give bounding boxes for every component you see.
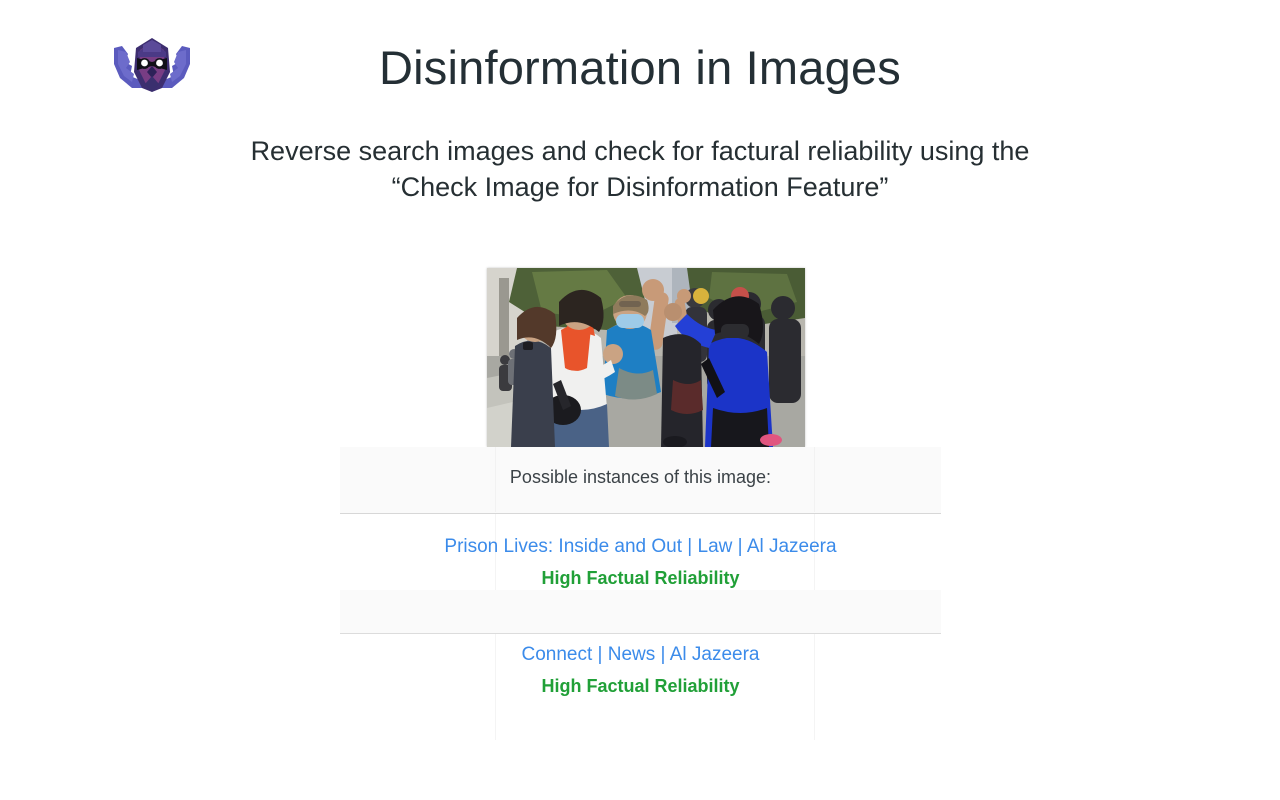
protest-crowd-photo <box>487 268 805 447</box>
result-link[interactable]: Connect | News | Al Jazeera <box>340 644 941 666</box>
status-badge: High Factual Reliability <box>541 568 740 588</box>
result-link[interactable]: Prison Lives: Inside and Out | Law | Al … <box>340 536 941 558</box>
owl-logo-icon <box>112 32 192 98</box>
instances-header-band: Possible instances of this image: <box>340 447 941 514</box>
page-title: Disinformation in Images <box>378 41 901 94</box>
status-badge: High Factual Reliability <box>541 676 740 696</box>
slide-subtitle: Reverse search images and check for fact… <box>90 134 1190 205</box>
slide-header: Disinformation in Images <box>0 0 1280 125</box>
photo-area <box>340 255 941 447</box>
subtitle-line-1: Reverse search images and check for fact… <box>250 136 1030 166</box>
table-row: Prison Lives: Inside and Out | Law | Al … <box>340 514 941 634</box>
instances-label: Possible instances of this image: <box>509 467 772 487</box>
subtitle-line-2: “Check Image for Disinformation Feature” <box>391 171 889 202</box>
table-row: Connect | News | Al Jazeera High Factual… <box>340 634 941 741</box>
disinformation-check-panel: Possible instances of this image: Prison… <box>340 255 941 741</box>
row-shaded-strip <box>340 590 941 633</box>
